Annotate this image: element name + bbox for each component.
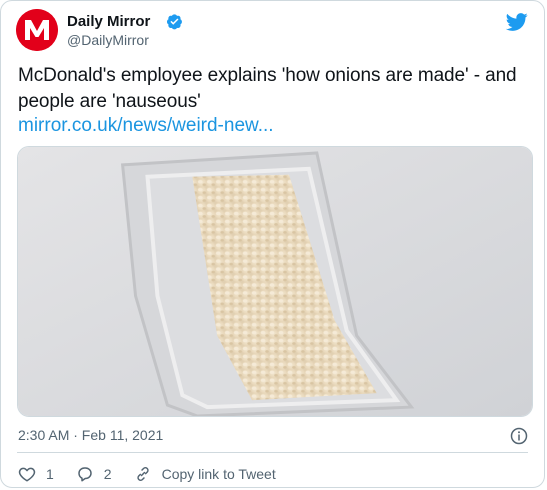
reply-button[interactable]: 2 xyxy=(76,465,112,483)
tweet-media-image[interactable] xyxy=(17,146,533,417)
tweet-link[interactable]: mirror.co.uk/news/weird-new... xyxy=(18,115,274,137)
like-count: 1 xyxy=(46,466,54,482)
tweet-text: McDonald's employee explains 'how onions… xyxy=(18,65,517,112)
avatar[interactable] xyxy=(16,9,58,51)
account-handle[interactable]: @DailyMirror xyxy=(67,32,149,48)
reply-count: 2 xyxy=(103,466,112,482)
info-icon[interactable] xyxy=(510,427,528,445)
tweet-timestamp[interactable]: 2:30 AM · Feb 11, 2021 xyxy=(18,427,163,443)
tweet-actions: 1 2 Copy link to Tweet xyxy=(18,463,298,485)
account-name[interactable]: Daily Mirror xyxy=(67,13,150,30)
copy-link-label: Copy link to Tweet xyxy=(161,466,276,482)
daily-mirror-logo xyxy=(16,9,58,51)
verified-badge-icon xyxy=(166,14,182,30)
link-icon xyxy=(136,467,149,481)
heart-icon xyxy=(18,467,36,482)
divider xyxy=(17,452,528,453)
onion-container-photo xyxy=(18,147,532,416)
tweet-card: Daily Mirror @DailyMirror McDonald's emp… xyxy=(0,0,545,488)
reply-bubble-icon xyxy=(78,467,92,482)
twitter-bird-icon[interactable] xyxy=(506,11,528,33)
copy-link-button[interactable]: Copy link to Tweet xyxy=(134,465,276,483)
like-button[interactable]: 1 xyxy=(18,465,54,483)
